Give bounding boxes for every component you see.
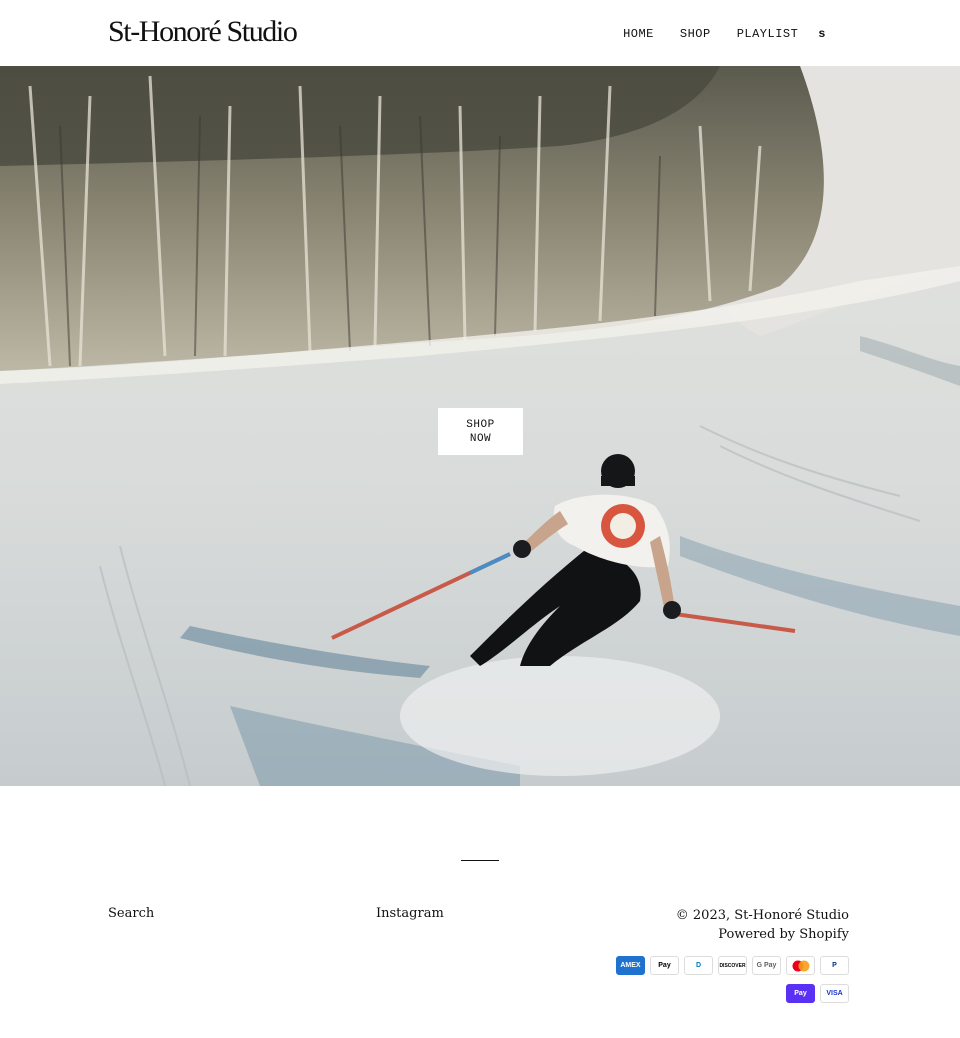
nav-home[interactable]: HOME bbox=[623, 26, 654, 42]
shop-now-button[interactable]: SHOP NOW bbox=[438, 408, 523, 455]
main-nav: HOME SHOP PLAYLIST s bbox=[623, 26, 826, 42]
visa-icon: VISA bbox=[820, 984, 849, 1003]
payment-label: P bbox=[832, 962, 837, 969]
payment-label: D bbox=[695, 962, 702, 969]
shop-now-line2: NOW bbox=[469, 432, 492, 445]
amex-icon: AMEX bbox=[616, 956, 645, 975]
copyright-block: © 2023, St-Honoré Studio Powered by Shop… bbox=[676, 906, 849, 944]
site-logo[interactable]: St-Honoré Studio bbox=[108, 14, 298, 50]
site-header: St-Honoré Studio HOME SHOP PLAYLIST s bbox=[0, 0, 960, 66]
nav-playlist[interactable]: PLAYLIST bbox=[737, 26, 799, 42]
footer-instagram-link[interactable]: Instagram bbox=[376, 906, 444, 921]
nav-shop[interactable]: SHOP bbox=[680, 26, 711, 42]
payment-label: DISCOVER bbox=[719, 962, 746, 969]
footer-search-link[interactable]: Search bbox=[108, 906, 154, 921]
payment-label: G Pay bbox=[756, 962, 777, 969]
payment-label: VISA bbox=[826, 990, 843, 997]
nav-cart-link[interactable]: s bbox=[818, 26, 826, 42]
discover-icon: DISCOVER bbox=[718, 956, 747, 975]
footer-divider bbox=[461, 860, 499, 861]
google-pay-icon: G Pay bbox=[752, 956, 781, 975]
diners-club-icon: D bbox=[684, 956, 713, 975]
apple-pay-icon: Pay bbox=[650, 956, 679, 975]
site-footer: Search Instagram © 2023, St-Honoré Studi… bbox=[0, 786, 960, 1038]
payment-label: Pay bbox=[794, 990, 807, 997]
paypal-icon: P bbox=[820, 956, 849, 975]
payment-icons: AMEX Pay D DISCOVER G Pay P Pay VISA bbox=[609, 956, 849, 1003]
mastercard-icon bbox=[786, 956, 815, 975]
shop-now-line1: SHOP bbox=[466, 418, 495, 431]
payment-label: AMEX bbox=[620, 962, 641, 969]
payment-label: Pay bbox=[658, 962, 671, 969]
powered-by-link[interactable]: Powered by Shopify bbox=[676, 925, 849, 944]
hero-banner: SHOP NOW bbox=[0, 66, 960, 786]
copyright-text: © 2023, St-Honoré Studio bbox=[675, 908, 849, 923]
shop-pay-icon: Pay bbox=[786, 984, 815, 1003]
